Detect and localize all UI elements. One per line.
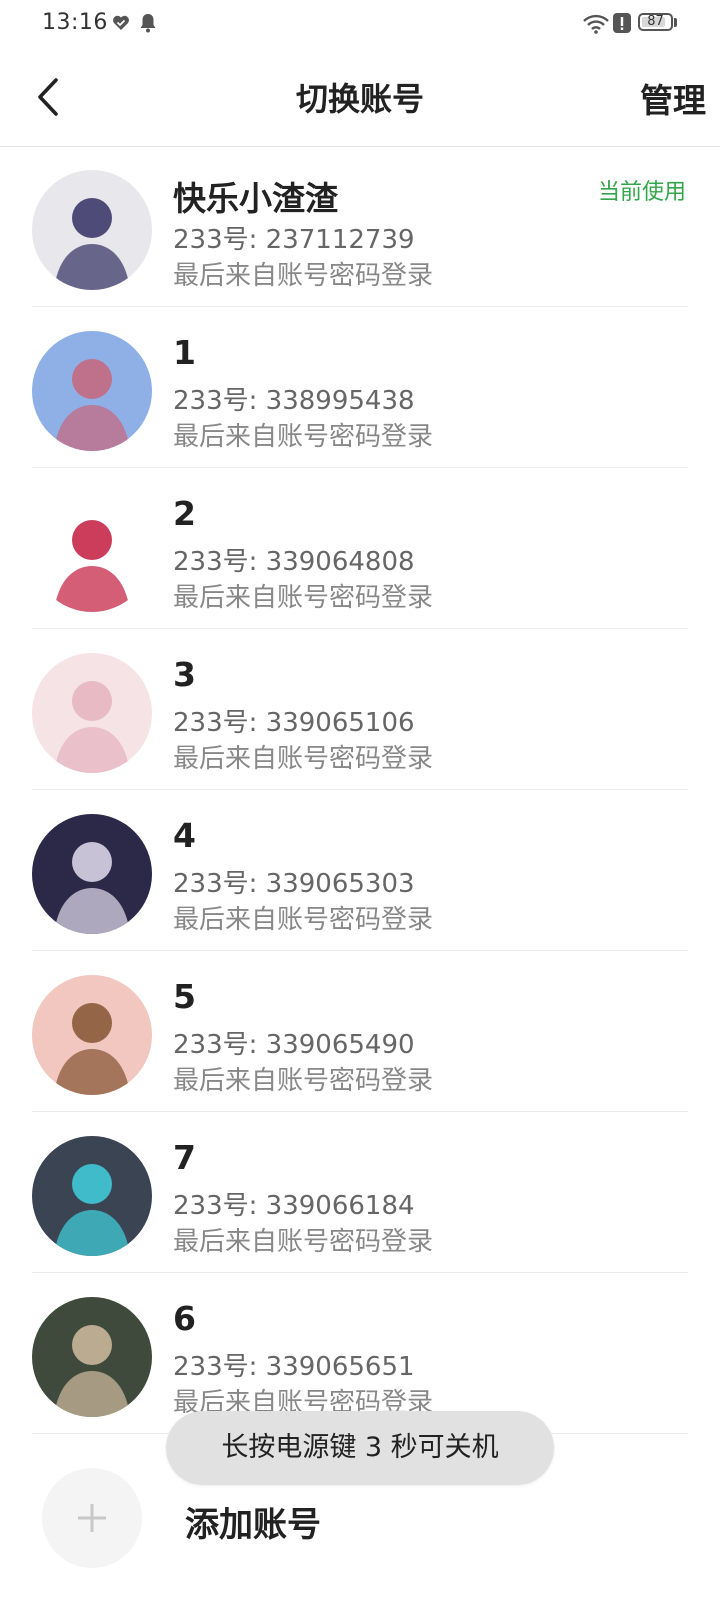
avatar[interactable] [32, 653, 152, 773]
account-name: 4 [173, 816, 196, 855]
account-row[interactable]: 5 233号: 339065490 最后来自账号密码登录 [0, 951, 720, 1112]
account-row[interactable]: 7 233号: 339066184 最后来自账号密码登录 [0, 1112, 720, 1273]
account-name: 快乐小渣渣 [173, 179, 338, 218]
avatar[interactable] [32, 331, 152, 451]
account-list: 快乐小渣渣 233号: 237112739 最后来自账号密码登录 当前使用 1 233号:… [0, 146, 720, 1434]
account-login-method: 最后来自账号密码登录 [173, 1227, 434, 1257]
page-title: 切换账号 [295, 80, 424, 118]
account-row[interactable]: 2 233号: 339064808 最后来自账号密码登录 [0, 468, 720, 629]
account-login-method: 最后来自账号密码登录 [173, 1066, 434, 1096]
account-row[interactable]: 3 233号: 339065106 最后来自账号密码登录 [0, 629, 720, 790]
account-row[interactable]: 6 233号: 339065651 最后来自账号密码登录 [0, 1273, 720, 1434]
account-name: 7 [173, 1138, 196, 1177]
account-login-method: 最后来自账号密码登录 [173, 744, 434, 774]
account-name: 2 [173, 494, 196, 533]
account-id: 233号: 339064808 [173, 547, 415, 577]
account-id: 233号: 339065651 [173, 1352, 415, 1382]
account-id: 233号: 339065106 [173, 708, 415, 738]
heart-icon [111, 13, 131, 33]
account-id: 233号: 237112739 [173, 225, 415, 255]
account-id: 233号: 339066184 [173, 1191, 415, 1221]
manage-button[interactable]: 管理 [640, 74, 706, 122]
battery-icon: 87 [638, 12, 680, 34]
account-id: 233号: 339065490 [173, 1030, 415, 1060]
bell-icon [138, 12, 158, 34]
alert-icon [612, 12, 632, 34]
account-name: 6 [173, 1299, 196, 1338]
avatar[interactable] [32, 975, 152, 1095]
top-app-bar: 切换账号 管理 [0, 48, 720, 147]
account-name: 3 [173, 655, 196, 694]
status-time: 13:16 [42, 10, 108, 35]
account-login-method: 最后来自账号密码登录 [173, 583, 434, 613]
avatar[interactable] [32, 1136, 152, 1256]
account-login-method: 最后来自账号密码登录 [173, 905, 434, 935]
avatar[interactable] [32, 492, 152, 612]
add-account-circle[interactable] [42, 1468, 142, 1568]
plus-icon [78, 1504, 106, 1532]
account-login-method: 最后来自账号密码登录 [173, 261, 434, 291]
current-account-badge: 当前使用 [597, 180, 686, 205]
account-name: 1 [173, 333, 196, 372]
avatar[interactable] [32, 814, 152, 934]
account-row[interactable]: 1 233号: 338995438 最后来自账号密码登录 [0, 307, 720, 468]
add-account-label: 添加账号 [185, 1505, 321, 1545]
wifi-icon [582, 13, 610, 35]
account-id: 233号: 339065303 [173, 869, 415, 899]
avatar[interactable] [32, 1297, 152, 1417]
battery-level: 87 [647, 14, 664, 29]
status-bar: 13:16 87 [0, 0, 720, 48]
account-login-method: 最后来自账号密码登录 [173, 422, 434, 452]
avatar[interactable] [32, 170, 152, 290]
account-row[interactable]: 快乐小渣渣 233号: 237112739 最后来自账号密码登录 当前使用 [0, 146, 720, 307]
toast-message: 长按电源键 3 秒可关机 [166, 1411, 554, 1485]
account-id: 233号: 338995438 [173, 386, 415, 416]
account-name: 5 [173, 977, 196, 1016]
account-row[interactable]: 4 233号: 339065303 最后来自账号密码登录 [0, 790, 720, 951]
